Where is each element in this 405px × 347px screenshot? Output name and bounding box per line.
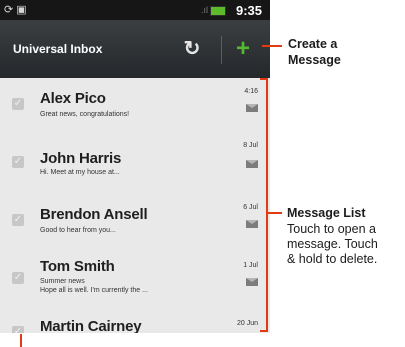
- status-bar: ⟳ ▣ .ıl 9:35: [0, 0, 270, 20]
- callout-list-desc-3: & hold to delete.: [287, 252, 378, 266]
- callout-create-title-2: Message: [288, 53, 341, 67]
- message-date: 8 Jul: [243, 142, 258, 149]
- message-preview: Hi. Meet at my house at...: [40, 169, 120, 176]
- checkbox[interactable]: ✓: [12, 98, 24, 110]
- page-title: Universal Inbox: [13, 42, 103, 56]
- message-date: 1 Jul: [243, 262, 258, 269]
- callout-create-title: Create a: [288, 37, 338, 51]
- callout-bracket-bottom: [260, 330, 268, 332]
- sender-name: Tom Smith: [40, 258, 115, 275]
- message-date: 20 Jun: [236, 320, 258, 327]
- message-date: 4:16: [244, 88, 258, 95]
- callout-list-desc-2: message. Touch: [287, 237, 378, 251]
- callout-line: [266, 212, 282, 214]
- clock: 9:35: [235, 3, 262, 18]
- sender-name: John Harris: [40, 150, 122, 167]
- envelope-icon: [246, 160, 258, 168]
- list-item[interactable]: ✓ Brendon Ansell Good to hear from you..…: [0, 194, 270, 253]
- envelope-icon: [246, 278, 258, 286]
- phone-screen: ⟳ ▣ .ıl 9:35 Universal Inbox ↻ + ✓ Alex …: [0, 0, 270, 333]
- message-preview: Good to hear from you...: [40, 227, 116, 234]
- battery-icon: [210, 6, 226, 16]
- callout-bracket-top: [260, 78, 268, 80]
- list-item[interactable]: ✓ Martin Cairney 20 Jun: [0, 310, 270, 333]
- sync-button[interactable]: ↻: [180, 37, 204, 61]
- checkbox[interactable]: ✓: [12, 326, 24, 333]
- sender-name: Martin Cairney: [40, 318, 142, 333]
- message-preview-2: Hope all is well. I'm currently the ...: [40, 287, 148, 294]
- sync-icon: ↻: [183, 38, 201, 60]
- callout-line: [262, 45, 282, 47]
- message-preview: Summer news: [40, 278, 85, 285]
- message-date: 6 Jul: [243, 204, 258, 211]
- sender-name: Alex Pico: [40, 90, 106, 107]
- list-item[interactable]: ✓ Tom Smith Summer news Hope all is well…: [0, 252, 270, 311]
- envelope-icon: [246, 220, 258, 228]
- checkbox[interactable]: ✓: [12, 214, 24, 226]
- envelope-icon: [246, 104, 258, 112]
- callout-bracket: [266, 78, 268, 332]
- signal-icon: .ıl: [200, 5, 208, 15]
- new-message-button[interactable]: +: [227, 34, 259, 64]
- callout-list-desc-1: Touch to open a: [287, 222, 376, 236]
- sender-name: Brendon Ansell: [40, 206, 148, 223]
- message-preview: Great news, congratulations!: [40, 111, 130, 118]
- inbox-header: Universal Inbox ↻ +: [0, 20, 270, 78]
- divider: [221, 36, 222, 64]
- plus-icon: +: [235, 35, 250, 62]
- sync-status-icon: ⟳ ▣: [4, 4, 27, 16]
- checkbox[interactable]: ✓: [12, 156, 24, 168]
- message-list[interactable]: ✓ Alex Pico Great news, congratulations!…: [0, 78, 270, 333]
- callout-tick: [20, 334, 22, 347]
- list-item[interactable]: ✓ Alex Pico Great news, congratulations!…: [0, 78, 270, 137]
- list-item[interactable]: ✓ John Harris Hi. Meet at my house at...…: [0, 136, 270, 195]
- callout-list-title: Message List: [287, 206, 366, 220]
- checkbox[interactable]: ✓: [12, 272, 24, 284]
